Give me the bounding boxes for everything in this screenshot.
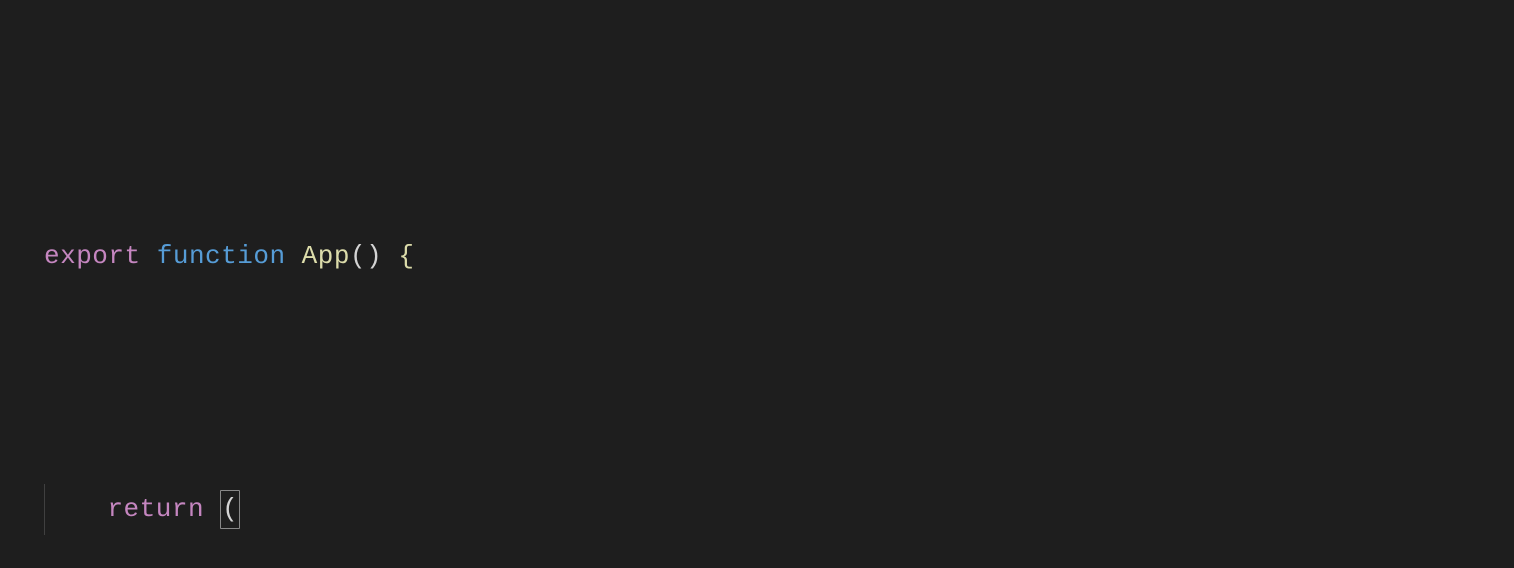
code-line[interactable]: return ( <box>44 484 1514 535</box>
keyword-function: function <box>157 231 286 282</box>
whitespace <box>382 231 398 282</box>
code-editor[interactable]: export function App() { return ( <Box ) … <box>0 0 1514 568</box>
indent-guide <box>44 484 60 535</box>
whitespace <box>141 231 157 282</box>
paren-open-matched: ( <box>220 490 240 528</box>
function-name: App <box>302 231 350 282</box>
brace-open: { <box>398 231 414 282</box>
whitespace <box>286 231 302 282</box>
keyword-export: export <box>44 231 141 282</box>
code-line[interactable]: export function App() { <box>44 231 1514 282</box>
paren-pair: () <box>350 231 382 282</box>
whitespace <box>204 484 220 535</box>
keyword-return: return <box>107 484 204 535</box>
